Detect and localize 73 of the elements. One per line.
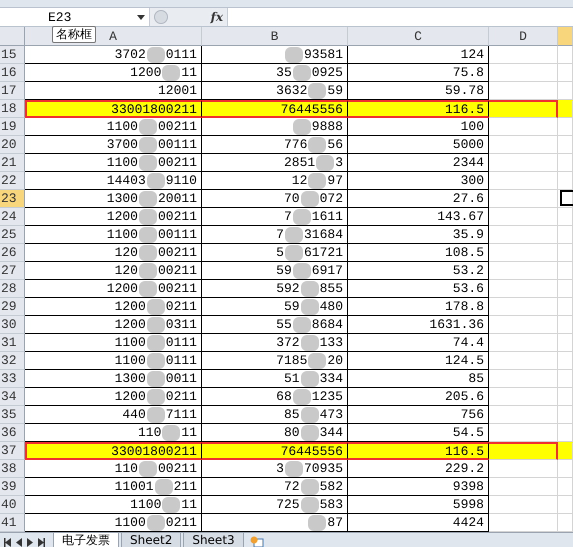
table-cell: 108.5 (348, 244, 489, 262)
table-cell: 1200 00211 (25, 280, 202, 298)
table-cell: 11001 211 (25, 478, 202, 496)
table-cell: 2851 3 (202, 154, 348, 172)
table-cell: 3700 00111 (25, 136, 202, 154)
table-cell: 1200 11 (25, 64, 202, 82)
table-cell: 116.5 (348, 100, 489, 118)
table-cell: 776 56 (202, 136, 348, 154)
table-cell: 1100 00111 (25, 226, 202, 244)
table-cell: 300 (348, 172, 489, 190)
table-cell: 27.6 (348, 190, 489, 208)
table-cell: 75.8 (348, 64, 489, 82)
table-cell: 9888 (202, 118, 348, 136)
table-cell: 59 480 (202, 298, 348, 316)
table-cell: 14403 9110 (25, 172, 202, 190)
table-cell: 205.6 (348, 388, 489, 406)
table-cell: 1100 00211 (25, 118, 202, 136)
table-cell: 1200 00211 (25, 208, 202, 226)
table-cell: 70 072 (202, 190, 348, 208)
table-cell: 5 61721 (202, 244, 348, 262)
table-cell: 55 8684 (202, 316, 348, 334)
table-cell: 124.5 (348, 352, 489, 370)
table-cell: 120 00211 (25, 244, 202, 262)
table-cell: 33001800211 (25, 100, 202, 118)
table-cell: 7185 20 (202, 352, 348, 370)
table-cell: 5998 (348, 496, 489, 514)
table-cell: 53.6 (348, 280, 489, 298)
tooltip: 名称框 (52, 26, 96, 43)
table-cell: 74.4 (348, 334, 489, 352)
table-cell: 33001800211 (25, 442, 202, 460)
table-cell: 1200 0211 (25, 388, 202, 406)
table-cell: 1300 0011 (25, 370, 202, 388)
table-cell: 7 31684 (202, 226, 348, 244)
table-cell: 59 6917 (202, 262, 348, 280)
table-cell: 5000 (348, 136, 489, 154)
table-cell: 3 70935 (202, 460, 348, 478)
table-cell: 120 00211 (25, 262, 202, 280)
table-cell: 7 1611 (202, 208, 348, 226)
table-cell: 1100 11 (25, 496, 202, 514)
table-cell: 85 (348, 370, 489, 388)
table-cell: 76445556 (202, 100, 348, 118)
table-cell: 756 (348, 406, 489, 424)
table-cell: 143.67 (348, 208, 489, 226)
table-cell: 1300 20011 (25, 190, 202, 208)
table-cell: 1100 00211 (25, 154, 202, 172)
table-cell: 72 582 (202, 478, 348, 496)
table-cell: 1631.36 (348, 316, 489, 334)
table-cell: 35.9 (348, 226, 489, 244)
table-cell: 51 334 (202, 370, 348, 388)
table-cell: 53.2 (348, 262, 489, 280)
table-cell: 12 97 (202, 172, 348, 190)
table-cell: 1100 0111 (25, 334, 202, 352)
table-cell: 9398 (348, 478, 489, 496)
table-cell: 725 583 (202, 496, 348, 514)
table-cell: 85 473 (202, 406, 348, 424)
table-cell: 1200 0211 (25, 298, 202, 316)
table-cell: 1200 0311 (25, 316, 202, 334)
table-cell: 93581 (202, 46, 348, 64)
table-cell: 3702 0111 (25, 46, 202, 64)
table-cell: 110 00211 (25, 460, 202, 478)
table-cell: 100 (348, 118, 489, 136)
table-cell: 116.5 (348, 442, 489, 460)
table-cell: 229.2 (348, 460, 489, 478)
table-cell: 440 7111 (25, 406, 202, 424)
table-cell: 178.8 (348, 298, 489, 316)
table-cell: 124 (348, 46, 489, 64)
table-cell: 76445556 (202, 442, 348, 460)
table-cell: 1100 0111 (25, 352, 202, 370)
table-cell: 68 1235 (202, 388, 348, 406)
table-cell: 592 855 (202, 280, 348, 298)
table-cell: 2344 (348, 154, 489, 172)
table-cell: 372 133 (202, 334, 348, 352)
table-cell: 35 0925 (202, 64, 348, 82)
